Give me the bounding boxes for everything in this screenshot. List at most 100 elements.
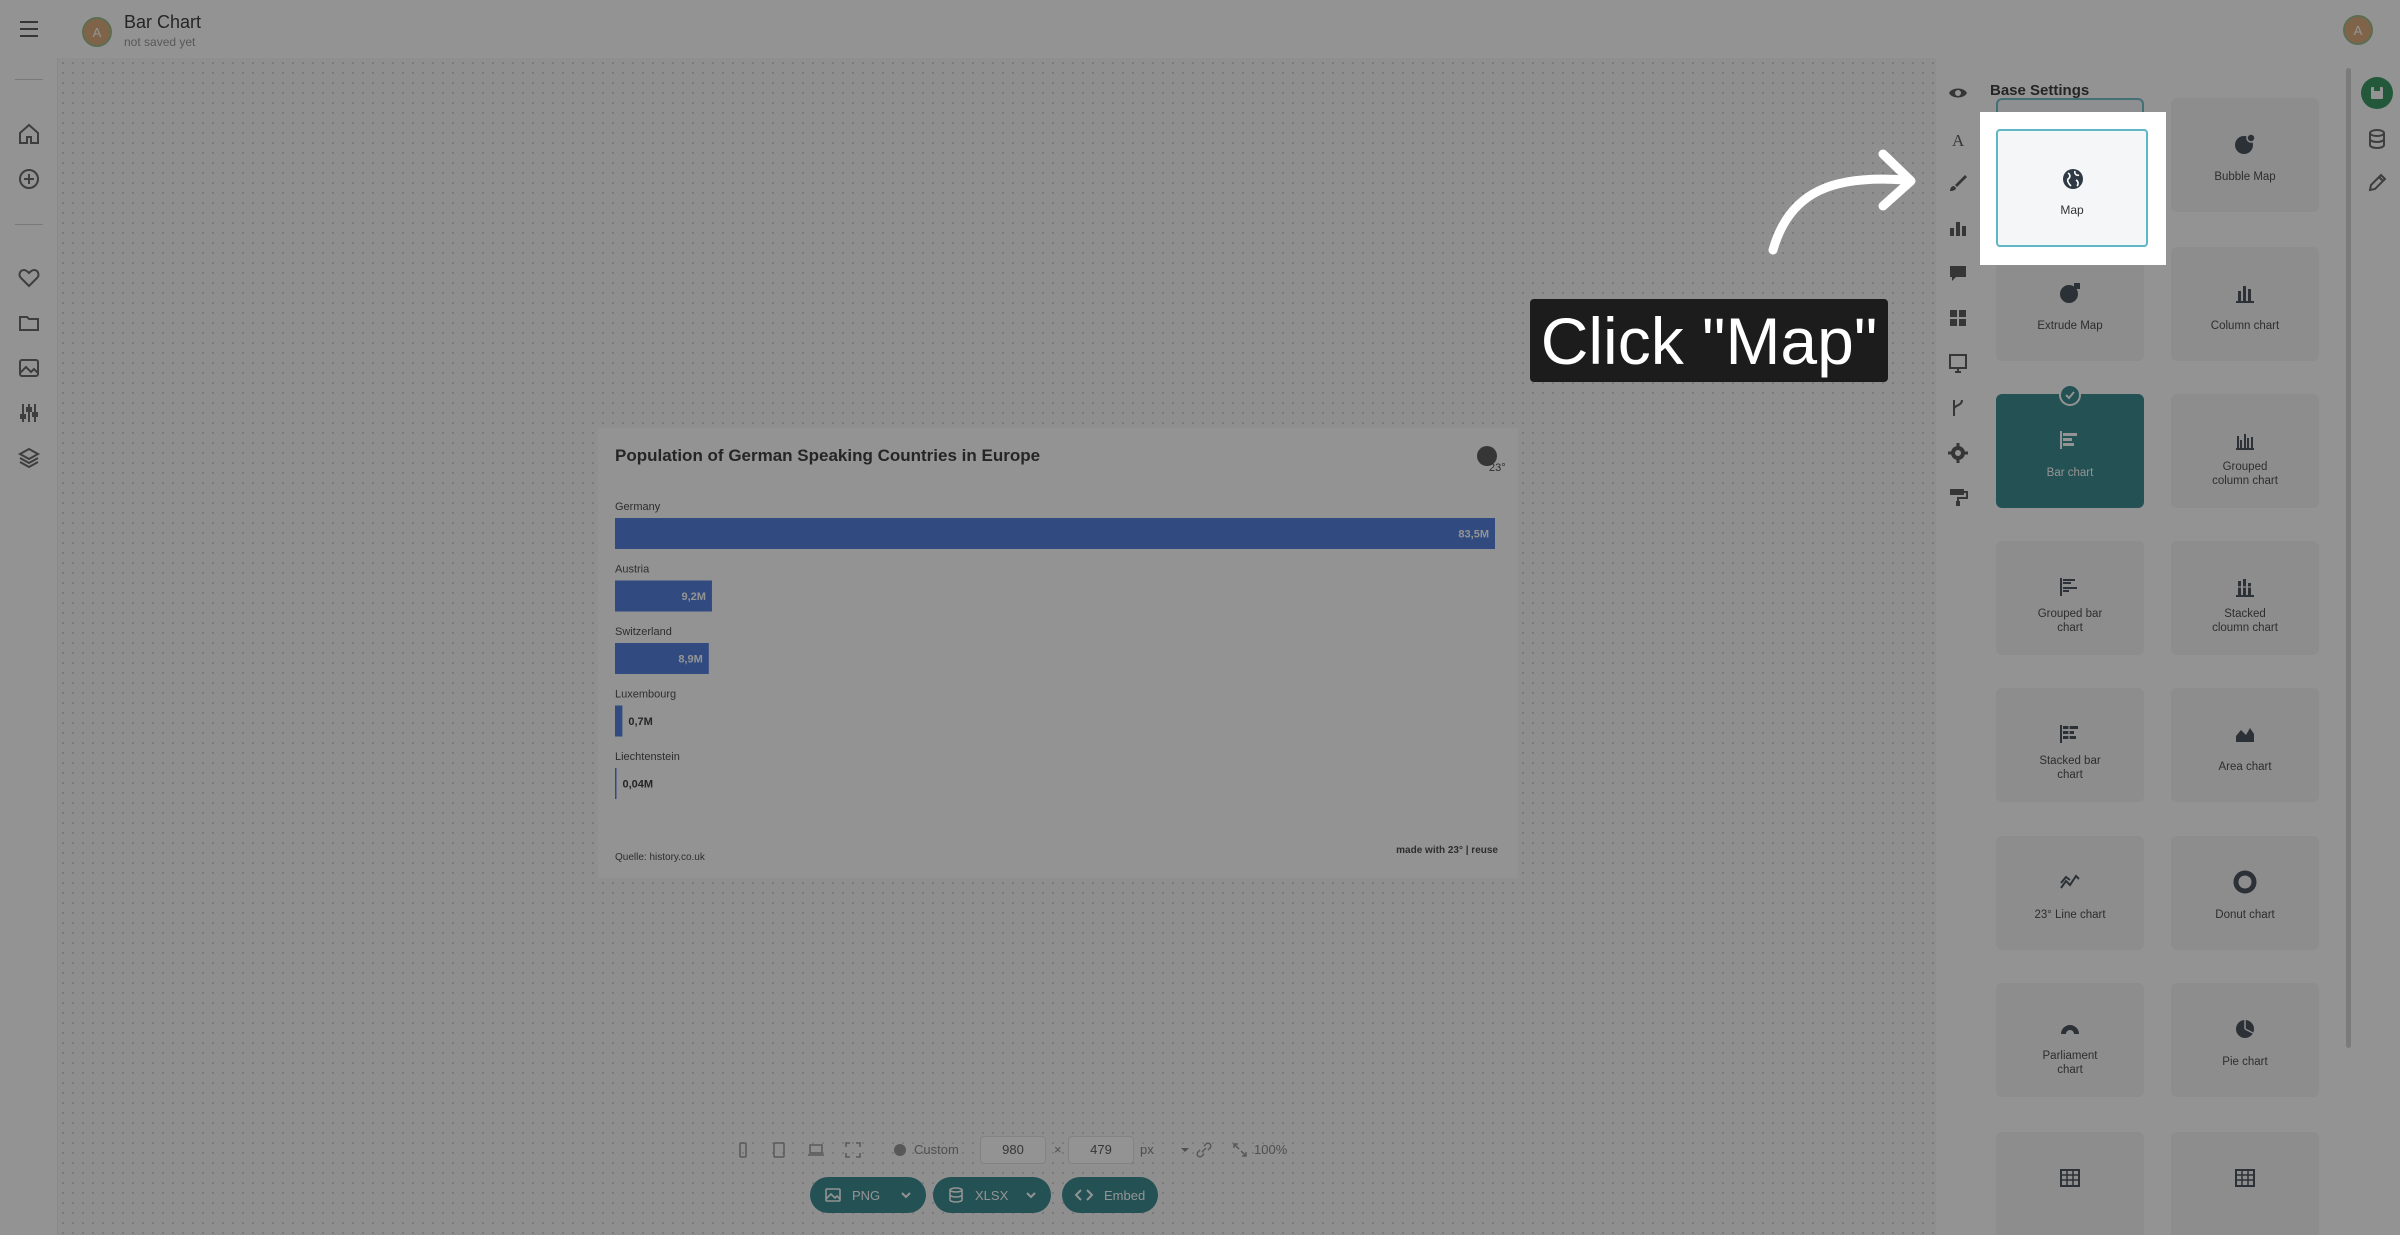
export-png-label: PNG [852, 1187, 881, 1203]
line-chart-icon [2058, 870, 2082, 894]
grid-icon[interactable] [1947, 307, 1969, 329]
custom-size-icon [890, 1140, 910, 1160]
width-input[interactable]: 980 [980, 1136, 1046, 1164]
home-icon[interactable] [17, 122, 41, 146]
tile-label: Stacked cloumn chart [2212, 608, 2278, 634]
value-label: 9,2M [681, 591, 705, 603]
gear-icon[interactable] [1947, 442, 1969, 464]
image-frame-icon[interactable] [1947, 352, 1969, 374]
tile-area-chart[interactable]: Area chart [2171, 688, 2319, 802]
tile-label: 23° Line chart [2034, 909, 2106, 921]
brush-icon[interactable] [1947, 172, 1969, 194]
chevron-down-icon[interactable] [898, 1187, 914, 1203]
stacked-column-icon [2233, 575, 2257, 599]
left-rail [0, 58, 58, 1235]
rail-divider [15, 79, 43, 80]
laptop-size-icon[interactable] [806, 1140, 826, 1160]
grouped-column-icon [2233, 428, 2257, 452]
tile-label: Parliament chart [2042, 1050, 2098, 1076]
image-icon[interactable] [17, 356, 41, 380]
bar[interactable] [615, 518, 1495, 549]
add-icon[interactable] [17, 167, 41, 191]
tile-column-chart[interactable]: Column chart [2171, 246, 2319, 361]
text-icon[interactable]: A [1947, 128, 1969, 150]
chart-source[interactable]: Quelle: history.co.uk [615, 852, 705, 863]
selected-check-icon [2059, 383, 2081, 406]
branch-icon[interactable] [1947, 397, 1969, 419]
value-label: 8,9M [678, 654, 702, 666]
chart-credit[interactable]: made with 23° | reuse [1396, 845, 1498, 856]
tile-table[interactable] [2171, 1132, 2319, 1235]
save-icon [2371, 87, 2383, 99]
grouped-bar-icon [2058, 575, 2082, 599]
height-input[interactable]: 479 [1068, 1136, 1134, 1164]
chart-title[interactable]: Population of German Speaking Countries … [615, 446, 1040, 466]
paint-roller-icon[interactable] [1947, 486, 1969, 508]
panel-scrollbar[interactable] [2346, 68, 2351, 1048]
embed-label: Embed [1104, 1187, 1146, 1203]
tile-pie-chart[interactable]: Pie chart [2171, 983, 2319, 1097]
zoom-icon[interactable] [1230, 1140, 1250, 1160]
comment-icon[interactable] [1947, 262, 1969, 284]
tile-label: Grouped bar chart [2037, 608, 2103, 634]
tile-23-line-chart[interactable]: 23° Line chart [1996, 836, 2144, 950]
value-label: 0,7M [628, 716, 652, 728]
table-icon [2233, 1166, 2257, 1190]
donut-chart-icon [2233, 870, 2257, 894]
table-icon [2058, 1166, 2082, 1190]
menu-icon[interactable] [16, 16, 44, 42]
size-preset-label[interactable]: Custom [914, 1142, 959, 1157]
save-button[interactable] [2361, 77, 2393, 109]
heart-icon[interactable] [17, 266, 41, 290]
tile-table[interactable] [1996, 1132, 2144, 1235]
chevron-down-icon[interactable] [1023, 1187, 1039, 1203]
mobile-size-icon[interactable] [733, 1140, 753, 1160]
tile-map-highlighted[interactable]: Map [1996, 129, 2148, 247]
tile-stacked-cloumn-chart[interactable]: Stacked cloumn chart [2171, 541, 2319, 655]
tablet-size-icon[interactable] [769, 1140, 789, 1160]
logo-text: 23° [1489, 462, 1505, 474]
link-icon[interactable] [1194, 1140, 1214, 1160]
pie-chart-icon [2233, 1017, 2257, 1041]
bar[interactable] [615, 705, 623, 737]
tile-stacked-bar-chart[interactable]: Stacked bar chart [1996, 688, 2144, 802]
user-avatar[interactable]: A [2343, 15, 2373, 45]
document-avatar: A [82, 17, 112, 47]
tutorial-callout: Click "Map" [1530, 299, 1888, 382]
export-png-button[interactable]: PNG [810, 1177, 926, 1213]
embed-button[interactable]: Embed [1062, 1177, 1158, 1213]
database-icon[interactable] [2366, 128, 2388, 150]
bar-chart-icon [2058, 428, 2082, 452]
tile-grouped-bar-chart[interactable]: Grouped bar chart [1996, 541, 2144, 655]
tile-label: Bubble Map [2214, 171, 2276, 183]
tutorial-arrow-icon [1768, 149, 1916, 255]
size-toolbar: Custom 980 × 479 px 100% [727, 1135, 1307, 1165]
document-title[interactable]: Bar Chart [124, 12, 201, 33]
category-label: Germany [615, 501, 661, 513]
eye-icon[interactable] [1947, 82, 1969, 104]
sliders-icon[interactable] [17, 401, 41, 425]
layers-icon[interactable] [17, 446, 41, 470]
svg-text:A: A [1952, 131, 1965, 150]
tile-donut-chart[interactable]: Donut chart [2171, 836, 2319, 950]
bar[interactable] [615, 768, 617, 799]
unit-select[interactable]: px [1140, 1142, 1154, 1157]
tile-grouped-column-chart[interactable]: Grouped column chart [2171, 393, 2319, 508]
editor-canvas: Germany 83,5M Austria 9,2M Switzerland 8,9M Lu… [58, 58, 1936, 1235]
pencil-icon[interactable] [2366, 172, 2388, 194]
tile-label: Map [2060, 203, 2084, 217]
tile-label: Bar chart [2046, 466, 2094, 479]
folder-icon[interactable] [17, 311, 41, 335]
chevron-down-icon[interactable] [1175, 1140, 1195, 1160]
export-xlsx-button[interactable]: XLSX [933, 1177, 1051, 1213]
globe-extrude-icon [2058, 281, 2082, 305]
chart-preview[interactable]: Germany 83,5M Austria 9,2M Switzerland 8,9M Lu… [598, 428, 1518, 878]
tile-bar-chart[interactable]: Bar chart [1996, 383, 2144, 508]
bar-chart-icon[interactable] [1947, 217, 1969, 239]
times-sign: × [1054, 1142, 1062, 1157]
tile-bubble-map[interactable]: Bubble Map [2171, 98, 2319, 212]
fullscreen-icon[interactable] [843, 1140, 863, 1160]
category-label: Austria [615, 564, 650, 576]
tile-parliament-chart[interactable]: Parliament chart [1996, 983, 2144, 1097]
bar-chart-svg: Germany 83,5M Austria 9,2M Switzerland 8,9M Lu… [615, 501, 1495, 799]
